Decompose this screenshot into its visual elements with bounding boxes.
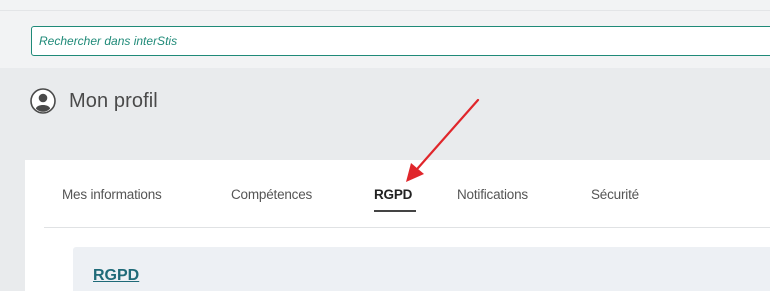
tab-bar: Mes informations Compétences RGPD Notifi… bbox=[25, 160, 770, 228]
top-divider bbox=[0, 10, 770, 11]
tab-rgpd[interactable]: RGPD bbox=[374, 187, 412, 202]
active-tab-indicator bbox=[374, 210, 416, 212]
tab-mes-informations[interactable]: Mes informations bbox=[62, 187, 162, 202]
search-input[interactable] bbox=[32, 27, 770, 55]
search-box[interactable] bbox=[31, 26, 770, 56]
tab-securite[interactable]: Sécurité bbox=[591, 187, 639, 202]
tab-notifications[interactable]: Notifications bbox=[457, 187, 528, 202]
profile-card: Mes informations Compétences RGPD Notifi… bbox=[25, 160, 770, 291]
user-avatar-icon bbox=[30, 88, 56, 114]
section-title-link[interactable]: RGPD bbox=[93, 267, 139, 285]
top-bar bbox=[0, 0, 770, 68]
tabs-divider bbox=[44, 227, 770, 228]
page-title: Mon profil bbox=[69, 89, 158, 112]
tab-competences[interactable]: Compétences bbox=[231, 187, 312, 202]
rgpd-section: RGPD bbox=[73, 247, 770, 291]
profile-header: Mon profil bbox=[30, 88, 158, 114]
